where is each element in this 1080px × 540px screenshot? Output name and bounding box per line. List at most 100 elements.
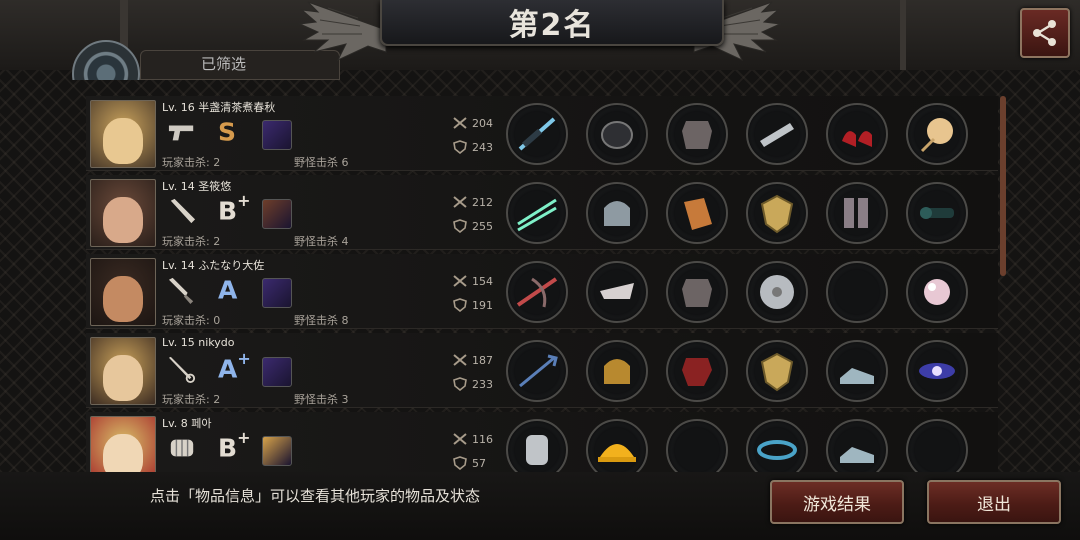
- item-slot[interactable]: [666, 340, 728, 402]
- item-slot[interactable]: [746, 340, 808, 402]
- pearl-icon: [924, 279, 950, 305]
- hard-hat-icon: [598, 444, 636, 462]
- scrollbar-thumb[interactable]: [1000, 96, 1006, 276]
- share-button[interactable]: [1020, 8, 1070, 58]
- shield-stat-icon: [453, 377, 467, 391]
- item-slot[interactable]: [746, 182, 808, 244]
- shield-stat-icon: [453, 219, 467, 233]
- grade-letter: A: [218, 275, 238, 305]
- defense-stat: 243: [452, 140, 493, 154]
- sneakers-icon: [840, 447, 874, 463]
- item-slot[interactable]: [586, 103, 648, 165]
- scope-icon: [920, 207, 954, 219]
- attack-value: 116: [472, 432, 493, 446]
- item-slot[interactable]: [826, 182, 888, 244]
- monster-kills: 野怪击杀 8: [294, 314, 349, 327]
- skill-icon: [262, 436, 292, 466]
- item-slot[interactable]: [666, 261, 728, 323]
- shield-icon: [760, 352, 794, 392]
- player-row[interactable]: Lv. 14 圣筱悠 B+ 玩家击杀: 2 野怪击杀 4 212 255: [86, 175, 998, 250]
- sneakers-icon: [840, 368, 874, 384]
- item-slot[interactable]: [586, 419, 648, 472]
- hint-text: 点击「物品信息」可以查看其他玩家的物品及状态: [150, 487, 481, 505]
- player-portrait[interactable]: [90, 100, 156, 168]
- game-result-button[interactable]: 游戏结果: [770, 480, 904, 524]
- empty-slot-icon: [914, 427, 960, 472]
- player-portrait[interactable]: [90, 337, 156, 405]
- defense-stat: 191: [452, 298, 493, 312]
- attack-stat: 212: [452, 195, 493, 209]
- crossed-swords-icon: [453, 354, 467, 366]
- item-slot[interactable]: [666, 103, 728, 165]
- wing-left-icon: [298, 1, 387, 62]
- share-icon: [1033, 20, 1056, 46]
- item-slot[interactable]: [586, 182, 648, 244]
- bracelet-icon: [757, 440, 797, 460]
- player-name: 페아: [191, 417, 212, 430]
- player-level-name: Lv. 14 ふたなり大佐: [162, 257, 264, 273]
- high-heels-icon: [842, 131, 872, 147]
- item-slot[interactable]: [906, 419, 968, 472]
- item-slot[interactable]: [906, 340, 968, 402]
- item-slot[interactable]: [746, 103, 808, 165]
- item-slot[interactable]: [906, 261, 968, 323]
- item-slot[interactable]: [586, 261, 648, 323]
- game-result-label: 游戏结果: [803, 494, 871, 515]
- item-slot[interactable]: [746, 261, 808, 323]
- item-slot[interactable]: [506, 419, 568, 472]
- item-slot[interactable]: [666, 182, 728, 244]
- player-kills: 玩家击杀: 2: [162, 156, 221, 169]
- fan-icon: [920, 118, 953, 153]
- item-slot[interactable]: [906, 103, 968, 165]
- grade-badge: A: [218, 274, 237, 304]
- item-slot[interactable]: [506, 182, 568, 244]
- player-portrait[interactable]: [90, 258, 156, 326]
- pistol-icon: [168, 125, 194, 141]
- exit-button[interactable]: 退出: [927, 480, 1061, 524]
- player-row[interactable]: Lv. 15 nikydo A+ 玩家击杀: 2 野怪击杀 3 187 233: [86, 333, 998, 408]
- defense-stat: 57: [452, 456, 486, 470]
- player-row[interactable]: Lv. 8 페아 B+ 116 57: [86, 412, 998, 472]
- grade-badge: B+: [218, 191, 250, 225]
- exit-label: 退出: [977, 494, 1011, 515]
- item-slot[interactable]: [586, 340, 648, 402]
- item-slot[interactable]: [826, 419, 888, 472]
- attack-value: 187: [472, 353, 493, 367]
- item-slot[interactable]: [826, 261, 888, 323]
- player-name: nikydo: [198, 336, 235, 349]
- item-slot[interactable]: [506, 103, 568, 165]
- body-armor-icon: [682, 121, 712, 149]
- crossed-swords-icon: [453, 433, 467, 445]
- rapier-icon: [168, 356, 196, 383]
- item-slot[interactable]: [826, 340, 888, 402]
- crossbow-icon: [516, 277, 558, 308]
- disc-icon: [760, 275, 794, 309]
- monster-kills: 野怪击杀 4: [294, 235, 349, 248]
- item-slot[interactable]: [906, 182, 968, 244]
- item-slot[interactable]: [666, 419, 728, 472]
- defense-stat: 233: [452, 377, 493, 391]
- player-portrait[interactable]: [90, 179, 156, 247]
- player-portrait[interactable]: [90, 416, 156, 472]
- scrollbar[interactable]: [1000, 96, 1006, 276]
- attack-stat: 154: [452, 274, 493, 288]
- item-slot[interactable]: [746, 419, 808, 472]
- gladiator-helmet-icon: [604, 359, 630, 384]
- item-slot[interactable]: [506, 261, 568, 323]
- shield-stat-icon: [453, 140, 467, 154]
- grade-badge: S: [218, 116, 236, 146]
- item-slot[interactable]: [826, 103, 888, 165]
- player-row[interactable]: Lv. 16 半盏清茶煮春秋 S 玩家击杀: 2 野怪击杀 6 204 243: [86, 96, 998, 171]
- body-armor-icon: [682, 279, 712, 307]
- attack-stat: 187: [452, 353, 493, 367]
- item-slot[interactable]: [506, 340, 568, 402]
- player-level: Lv. 14: [162, 180, 195, 193]
- shield-stat-icon: [453, 298, 467, 312]
- rifle-icon: [518, 117, 556, 151]
- grade-badge: B+: [218, 428, 250, 462]
- player-list[interactable]: Lv. 16 半盏清茶煮春秋 S 玩家击杀: 2 野怪击杀 6 204 243 Lv. 14…: [86, 96, 998, 472]
- fist-icon: [170, 439, 194, 457]
- player-name: 半盏清茶煮春秋: [198, 101, 276, 114]
- player-row[interactable]: Lv. 14 ふたなり大佐 A 玩家击杀: 0 野怪击杀 8 154 191: [86, 254, 998, 329]
- shield-stat-icon: [453, 456, 467, 470]
